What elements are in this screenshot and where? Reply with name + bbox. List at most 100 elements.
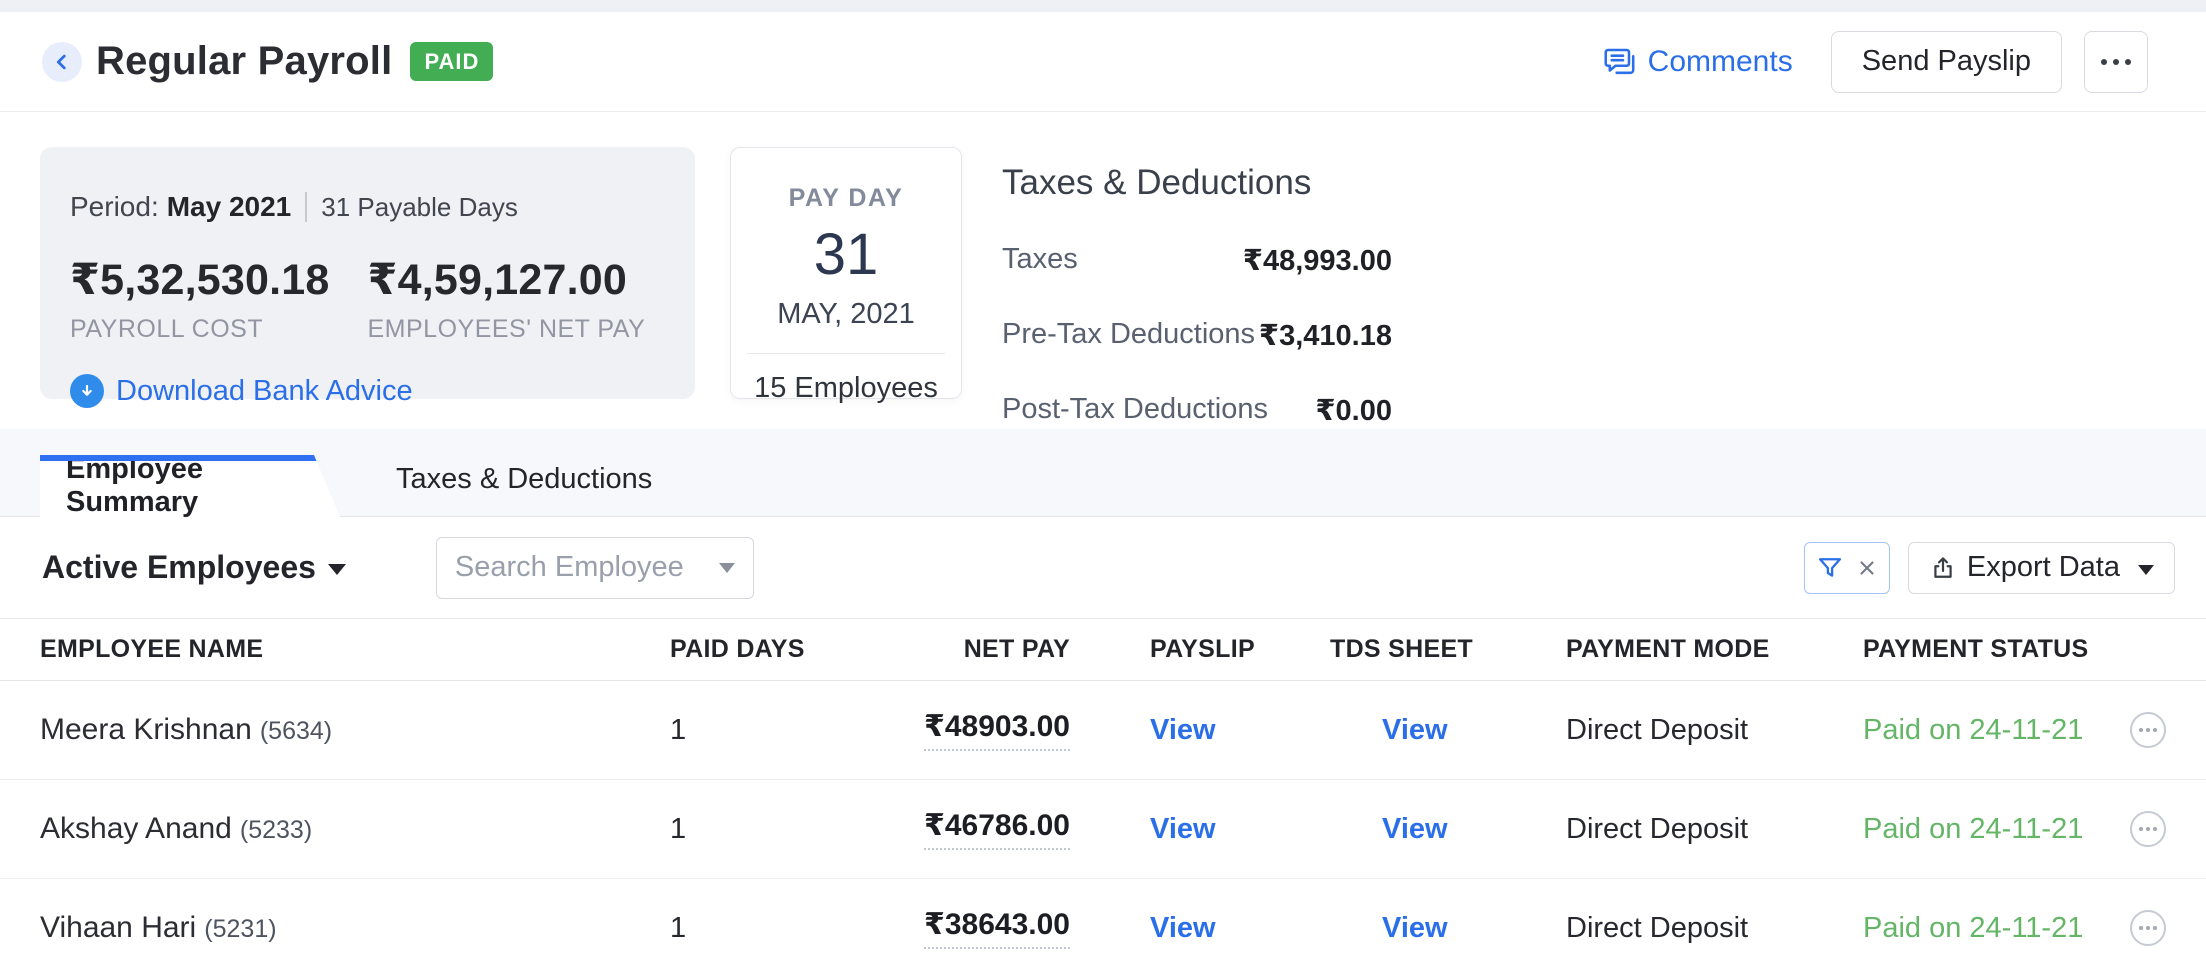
tab-taxes-deductions[interactable]: Taxes & Deductions [396, 463, 652, 516]
tax-row-posttax: Post-Tax Deductions ₹0.00 [1002, 393, 1392, 428]
payday-day: 31 [731, 221, 961, 288]
view-tds-link[interactable]: View [1382, 813, 1448, 845]
row-actions-cell [2090, 811, 2206, 847]
tax-value: ₹48,993.00 [1243, 243, 1392, 278]
view-payslip-link[interactable]: View [1150, 813, 1216, 845]
col-employee-name: EMPLOYEE NAME [40, 635, 670, 664]
row-actions-cell [2090, 712, 2206, 748]
more-actions-button[interactable] [2084, 31, 2148, 93]
view-payslip-link[interactable]: View [1150, 714, 1216, 746]
payroll-cost-block: ₹5,32,530.18 PAYROLL COST [70, 255, 368, 344]
period-line: Period: May 2021 31 Payable Days [70, 191, 665, 223]
clear-filter-icon[interactable] [1856, 557, 1878, 579]
tax-label: Post-Tax Deductions [1002, 393, 1268, 428]
tab-strip: Employee Summary Taxes & Deductions [0, 429, 2206, 517]
dot-icon [2153, 926, 2157, 930]
status-badge: PAID [410, 42, 493, 81]
filter-button[interactable] [1804, 542, 1890, 594]
search-placeholder: Search Employee [455, 551, 719, 584]
dot-icon [2153, 728, 2157, 732]
taxes-deductions-summary: Taxes & Deductions Taxes ₹48,993.00 Pre-… [1002, 147, 1392, 429]
period-value: May 2021 [167, 191, 292, 223]
payday-employee-count: 15 Employees [731, 372, 961, 405]
tds-sheet-cell: View [1330, 813, 1566, 846]
dot-icon [2113, 59, 2119, 65]
payment-mode-cell: Direct Deposit [1566, 912, 1863, 945]
employee-name-cell: Meera Krishnan (5634) [40, 713, 670, 747]
row-actions-cell [2090, 910, 2206, 946]
funnel-icon [1816, 554, 1844, 582]
amounts-row: ₹5,32,530.18 PAYROLL COST ₹4,59,127.00 E… [70, 255, 665, 344]
paid-days-cell: 1 [670, 714, 850, 747]
net-pay-value[interactable]: ₹48903.00 [924, 709, 1070, 751]
payday-card: PAY DAY 31 MAY, 2021 15 Employees [730, 147, 962, 399]
payroll-cost-label: PAYROLL COST [70, 315, 368, 344]
payment-mode-cell: Direct Deposit [1566, 714, 1863, 747]
net-pay-value[interactable]: ₹38643.00 [924, 907, 1070, 949]
view-payslip-link[interactable]: View [1150, 912, 1216, 944]
chevron-down-icon [719, 563, 735, 573]
net-pay-cell: ₹46786.00 [850, 808, 1070, 850]
taxes-section-title: Taxes & Deductions [1002, 163, 1392, 203]
row-more-button[interactable] [2130, 910, 2166, 946]
window-top-strip [0, 0, 2206, 12]
search-employee-input[interactable]: Search Employee [436, 537, 754, 599]
payment-status-cell: Paid on 24-11-21 [1863, 912, 2090, 945]
dot-icon [2139, 827, 2143, 831]
chevron-down-icon [2138, 565, 2154, 575]
tax-row-pretax: Pre-Tax Deductions ₹3,410.18 [1002, 318, 1392, 353]
chevron-down-icon [328, 564, 346, 575]
net-pay-cell: ₹38643.00 [850, 907, 1070, 949]
table-row: Meera Krishnan (5634) 1 ₹48903.00 View V… [0, 681, 2206, 780]
payday-divider [747, 353, 945, 354]
payslip-cell: View [1070, 714, 1330, 747]
payment-mode-cell: Direct Deposit [1566, 813, 1863, 846]
send-payslip-button[interactable]: Send Payslip [1831, 31, 2062, 93]
payday-label: PAY DAY [731, 184, 961, 213]
dot-icon [2125, 59, 2131, 65]
export-data-button[interactable]: Export Data [1908, 542, 2175, 594]
comments-label: Comments [1648, 45, 1793, 79]
payslip-cell: View [1070, 813, 1330, 846]
payslip-cell: View [1070, 912, 1330, 945]
vertical-divider [305, 192, 307, 222]
view-tds-link[interactable]: View [1382, 714, 1448, 746]
col-tds-sheet: TDS SHEET [1330, 635, 1566, 664]
net-pay-value[interactable]: ₹46786.00 [924, 808, 1070, 850]
table-row: Akshay Anand (5233) 1 ₹46786.00 View Vie… [0, 780, 2206, 879]
paid-days-cell: 1 [670, 813, 850, 846]
comments-icon [1602, 44, 1638, 80]
employee-name: Akshay Anand [40, 812, 232, 845]
view-tds-link[interactable]: View [1382, 912, 1448, 944]
employee-id: (5231) [204, 915, 276, 943]
tax-row-taxes: Taxes ₹48,993.00 [1002, 243, 1392, 278]
table-row: Vihaan Hari (5231) 1 ₹38643.00 View View… [0, 879, 2206, 976]
tax-label: Taxes [1002, 243, 1078, 278]
tab-employee-summary[interactable]: Employee Summary [40, 455, 340, 517]
tds-sheet-cell: View [1330, 714, 1566, 747]
row-more-button[interactable] [2130, 712, 2166, 748]
page-header: Regular Payroll PAID Comments Send Paysl… [0, 12, 2206, 112]
paid-days-cell: 1 [670, 912, 850, 945]
employee-name-cell: Vihaan Hari (5231) [40, 911, 670, 945]
net-pay-cell: ₹48903.00 [850, 709, 1070, 751]
tax-label: Pre-Tax Deductions [1002, 318, 1255, 353]
payable-days: 31 Payable Days [321, 192, 518, 223]
back-button[interactable] [42, 42, 82, 82]
comments-link[interactable]: Comments [1602, 44, 1793, 80]
row-more-button[interactable] [2130, 811, 2166, 847]
table-header: EMPLOYEE NAME PAID DAYS NET PAY PAYSLIP … [0, 619, 2206, 681]
net-pay-value: ₹4,59,127.00 [368, 255, 666, 305]
col-net-pay: NET PAY [850, 635, 1070, 664]
tax-value: ₹0.00 [1315, 393, 1392, 428]
payroll-summary-section: Period: May 2021 31 Payable Days ₹5,32,5… [0, 112, 2206, 429]
employee-name: Vihaan Hari [40, 911, 196, 944]
download-bank-advice-label: Download Bank Advice [116, 375, 413, 408]
export-label: Export Data [1967, 551, 2120, 584]
employee-name: Meera Krishnan [40, 713, 252, 746]
dot-icon [2101, 59, 2107, 65]
employee-filter-dropdown[interactable]: Active Employees [42, 549, 346, 586]
employee-filter-label: Active Employees [42, 549, 316, 586]
dot-icon [2139, 728, 2143, 732]
download-bank-advice-link[interactable]: Download Bank Advice [70, 374, 665, 408]
